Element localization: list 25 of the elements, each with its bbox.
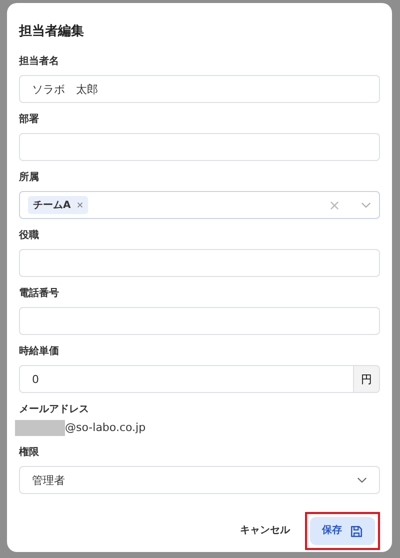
cancel-button[interactable]: キャンセル — [236, 517, 294, 545]
select-field[interactable]: 管理者 — [19, 466, 380, 494]
floppy-disk-icon — [350, 524, 363, 538]
field-label: 担当者名 — [19, 55, 60, 69]
chevron-down-icon[interactable] — [357, 476, 367, 484]
save-button[interactable]: 保存 — [310, 517, 375, 545]
input-field[interactable] — [19, 133, 380, 161]
field-label: 部署 — [19, 113, 40, 127]
select-field[interactable]: チームA — [19, 191, 380, 219]
remove-icon[interactable] — [76, 202, 83, 208]
field-label: 役職 — [19, 229, 40, 243]
field-label: 所属 — [19, 171, 40, 185]
field-label: 権限 — [19, 446, 40, 460]
unit-label: 円 — [354, 365, 380, 393]
clear-icon[interactable] — [330, 200, 339, 210]
field-label: メールアドレス — [19, 403, 90, 417]
email-text: @so-labo.co.jp — [65, 420, 146, 436]
dialog-title: 担当者編集 — [19, 23, 85, 41]
input-field[interactable] — [19, 307, 380, 335]
tag-chip: チームA — [28, 196, 88, 214]
field-label: 電話番号 — [19, 287, 60, 301]
field-label: 時給単価 — [19, 345, 60, 359]
input-field[interactable]: 0 — [19, 365, 354, 393]
input-field[interactable] — [19, 249, 380, 277]
input-field[interactable]: ソラボ 太郎 — [19, 75, 380, 103]
